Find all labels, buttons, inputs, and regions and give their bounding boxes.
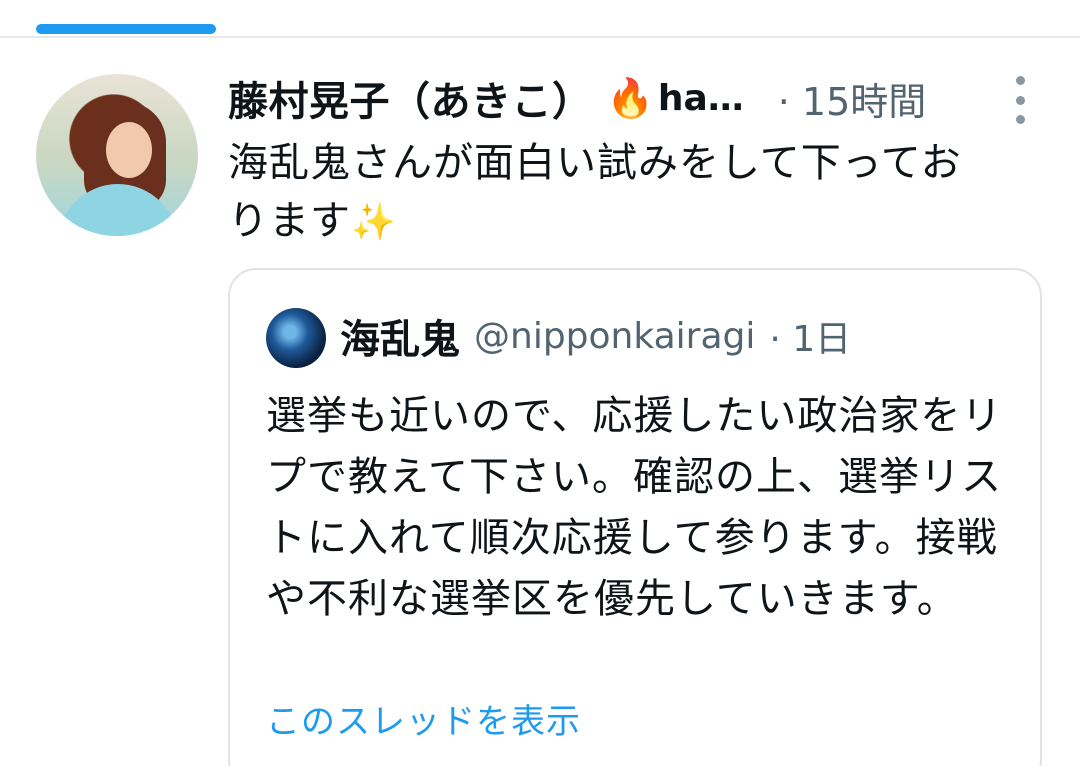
tweet-header: 藤村晃子（あきこ） 🔥 ha… · 15時間 [228, 69, 1028, 127]
quoted-display-name: 海乱鬼 [340, 317, 460, 363]
tweet-text: 海乱鬼さんが面白い試みをして下ってお ります✨ [228, 134, 1048, 252]
quoted-tweet-card[interactable]: 海乱鬼 @nipponkairagi · 1日 選挙も近いので、応援したい政治家… [228, 268, 1042, 766]
divider [0, 36, 1080, 38]
show-thread-link[interactable]: このスレッドを表示 [266, 694, 581, 743]
tweet-text-line: ります✨ [228, 192, 1048, 252]
quoted-user-handle: @nipponkairagi [474, 315, 756, 357]
tweet-text-fragment: ります [228, 198, 351, 244]
quoted-avatar [266, 308, 326, 368]
tweet-detail-view: 藤村晃子（あきこ） 🔥 ha… · 15時間 海乱鬼さんが面白い試みをして下って… [0, 0, 1080, 766]
sparkles-emoji-icon: ✨ [351, 202, 397, 243]
fire-emoji-icon: 🔥 [606, 75, 654, 120]
more-options-icon[interactable] [1010, 76, 1030, 124]
avatar[interactable] [36, 74, 198, 236]
display-name[interactable]: 藤村晃子（あきこ） [228, 69, 593, 127]
quoted-tweet-text: 選挙も近いので、応援したい政治家をリプで教えて下さい。確認の上、選挙リストに入れ… [266, 393, 1003, 622]
avatar-face [106, 122, 152, 178]
tab-indicator [36, 24, 216, 34]
tweet-timestamp[interactable]: · 15時間 [778, 71, 927, 126]
tweet-text-line: 海乱鬼さんが面白い試みをして下ってお [228, 140, 962, 186]
quoted-tweet-header: 海乱鬼 @nipponkairagi · 1日 [340, 306, 851, 366]
quoted-timestamp: · 1日 [769, 319, 852, 360]
user-handle[interactable]: ha… [658, 78, 744, 119]
